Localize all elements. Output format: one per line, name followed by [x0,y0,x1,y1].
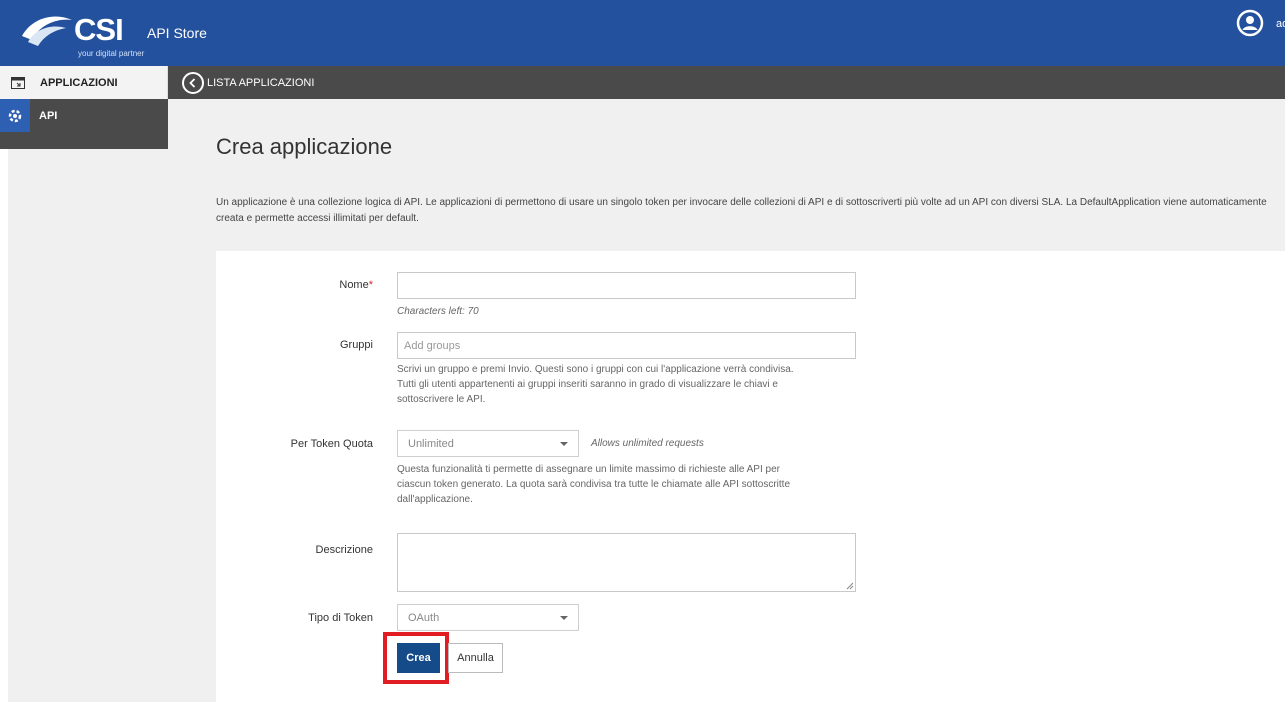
gruppi-help: Scrivi un gruppo e premi Invio. Questi s… [397,364,794,405]
quota-help: Questa funzionalità ti permette di asseg… [397,464,791,505]
top-bar: CSI your digital partner API Store ad [0,0,1285,66]
cancel-button[interactable]: Annulla [448,643,503,673]
csi-logo[interactable]: CSI your digital partner [8,8,158,60]
resize-handle-icon[interactable] [846,582,854,590]
app-title[interactable]: API Store [147,25,207,41]
logo-tagline: your digital partner [78,49,145,58]
descrizione-label: Descrizione [315,544,373,556]
back-to-list-button[interactable]: LISTA APPLICAZIONI [182,72,314,94]
gruppi-input[interactable]: Add groups [397,332,856,359]
tipo-token-label: Tipo di Token [308,612,373,624]
logo-text: CSI [74,12,124,47]
quota-select[interactable]: Unlimited [397,430,579,457]
gruppi-label: Gruppi [339,339,373,351]
sidebar: APPLICAZIONI API [0,66,168,149]
nome-label: Nome* [339,279,373,291]
sub-header: LISTA APPLICAZIONI [168,66,1285,99]
logo-swoosh-icon [22,16,72,46]
user-avatar-icon[interactable] [1236,9,1264,37]
quota-note: Allows unlimited requests [591,438,704,449]
page-title: Crea applicazione [216,134,393,159]
nome-input[interactable] [397,272,856,299]
sidebar-item-label: APPLICAZIONI [40,76,118,89]
chevron-left-icon [182,72,204,94]
chevron-down-icon [560,442,568,446]
page-description: Un applicazione è una collezione logica … [216,197,1267,224]
sidebar-item-api[interactable]: API [0,99,168,132]
left-gutter [0,149,168,702]
window-icon [6,71,30,95]
create-button[interactable]: Crea [397,643,440,673]
chevron-down-icon [560,616,568,620]
quota-label: Per Token Quota [290,438,373,450]
nome-char-counter: Characters left: 70 [397,306,479,317]
tipo-token-select[interactable]: OAuth [397,604,579,631]
gear-icon [0,99,30,132]
user-name[interactable]: ad [1276,18,1285,30]
descrizione-textarea[interactable] [397,533,856,592]
sidebar-item-applicazioni[interactable]: APPLICAZIONI [0,66,168,99]
back-label: LISTA APPLICAZIONI [207,77,315,89]
sidebar-item-label: API [39,109,58,122]
